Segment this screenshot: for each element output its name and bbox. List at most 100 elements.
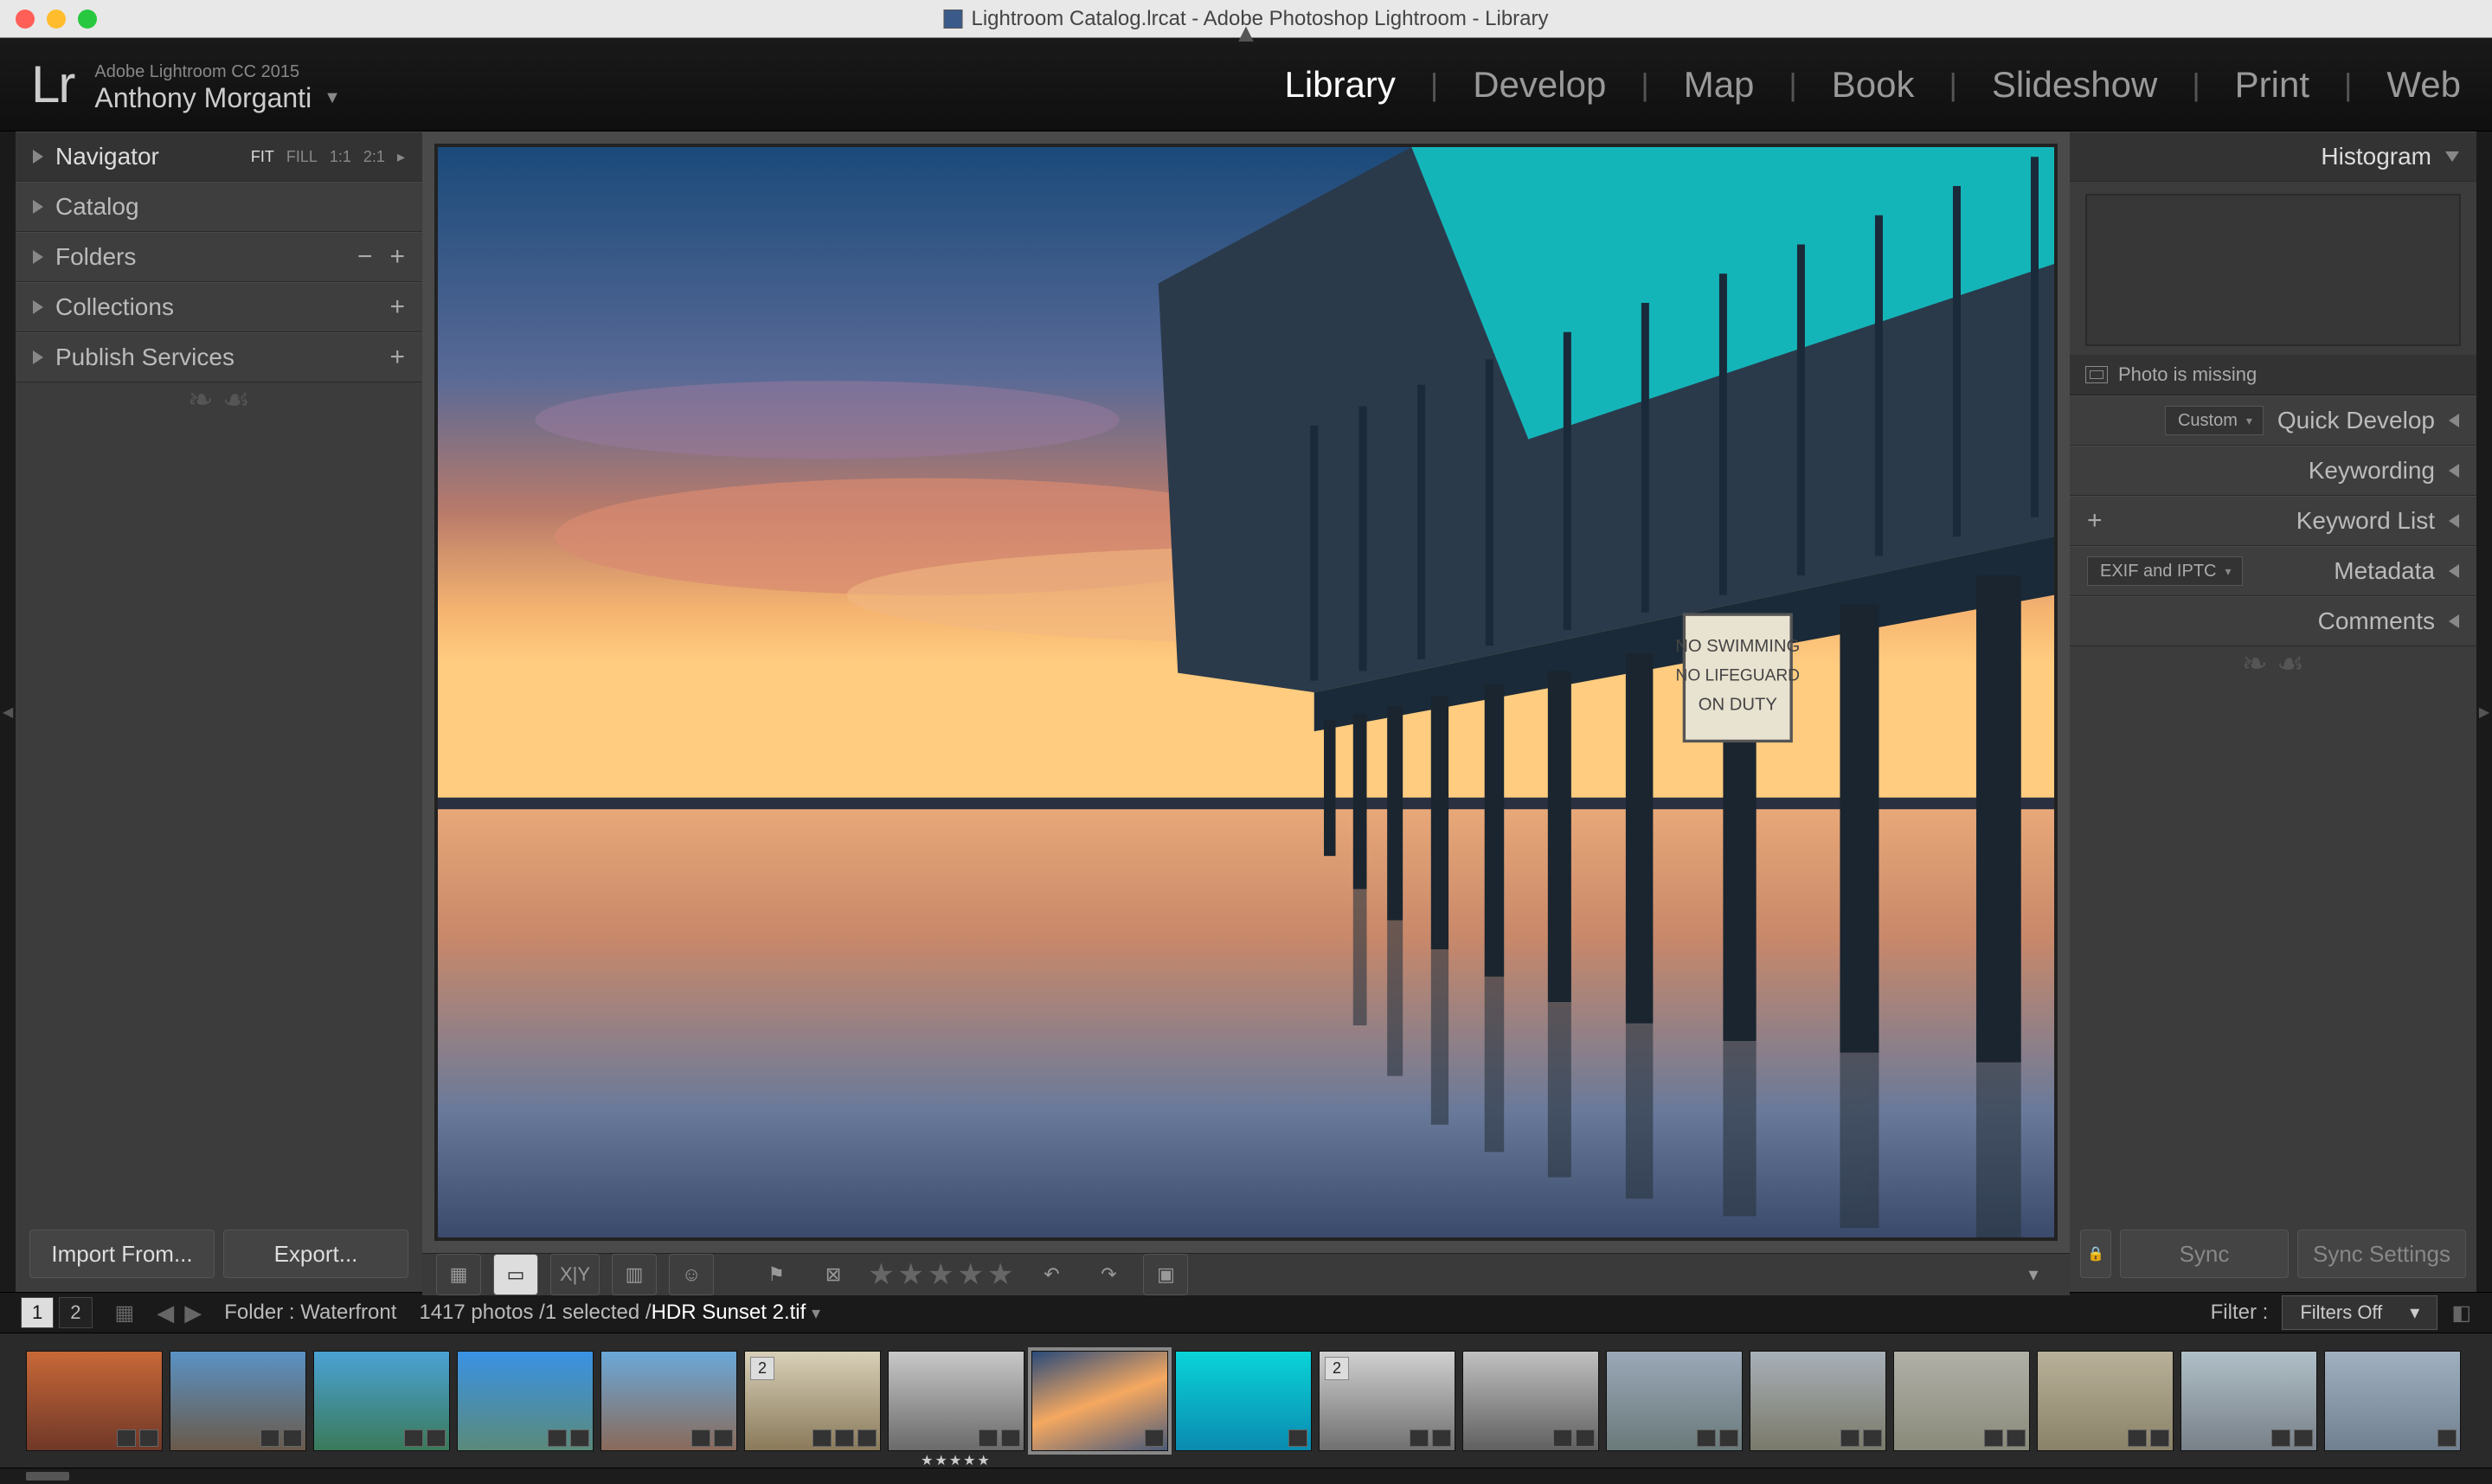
disclosure-icon[interactable] xyxy=(33,350,43,364)
collections-panel-header[interactable]: Collections + xyxy=(16,282,422,332)
disclosure-icon[interactable] xyxy=(33,250,43,264)
module-slideshow[interactable]: Slideshow xyxy=(1992,64,2157,106)
remove-folder-icon[interactable]: − xyxy=(357,242,373,272)
zoom-stepper-icon[interactable]: ▸ xyxy=(397,148,405,166)
close-icon[interactable] xyxy=(16,10,35,29)
maximize-icon[interactable] xyxy=(78,10,97,29)
thumbnail[interactable] xyxy=(1893,1351,2030,1451)
metadata-panel-header[interactable]: EXIF and IPTC▾ Metadata xyxy=(2070,546,2476,596)
catalog-panel-header[interactable]: Catalog xyxy=(16,182,422,232)
module-web[interactable]: Web xyxy=(2386,64,2461,106)
star-rating[interactable]: ★★★★★ xyxy=(868,1257,1017,1292)
module-picker: Library | Develop | Map | Book | Slidesh… xyxy=(1284,64,2461,106)
toolbar-menu-icon[interactable]: ▾ xyxy=(2011,1254,2056,1295)
filter-lock-icon[interactable]: ◧ xyxy=(2451,1301,2471,1326)
filmstrip-scrollbar[interactable] xyxy=(0,1468,2492,1484)
left-panel-handle[interactable]: ◀ xyxy=(0,132,16,1292)
grid-view-button[interactable]: ▦ xyxy=(436,1254,481,1295)
thumbnail[interactable] xyxy=(1175,1351,1312,1451)
import-button[interactable]: Import From... xyxy=(29,1230,215,1278)
thumbnail[interactable] xyxy=(1606,1351,1743,1451)
metadata-preset-dropdown[interactable]: EXIF and IPTC▾ xyxy=(2087,556,2243,586)
disclosure-icon[interactable] xyxy=(2449,514,2459,528)
export-button[interactable]: Export... xyxy=(223,1230,408,1278)
module-book[interactable]: Book xyxy=(1832,64,1915,106)
sync-settings-button[interactable]: Sync Settings xyxy=(2297,1230,2466,1278)
disclosure-icon[interactable] xyxy=(33,200,43,214)
main-window-button[interactable]: 1 xyxy=(21,1297,54,1328)
identity-menu-icon[interactable]: ▼ xyxy=(324,88,341,108)
right-panel-handle[interactable]: ▶ xyxy=(2476,132,2492,1292)
quick-develop-preset-dropdown[interactable]: Custom▾ xyxy=(2165,406,2264,435)
zoom-fill[interactable]: FILL xyxy=(286,148,318,166)
sync-button[interactable]: Sync xyxy=(2120,1230,2289,1278)
loupe-preview[interactable]: NO SWIMMING NO LIFEGUARD ON DUTY xyxy=(422,132,2070,1253)
thumbnail[interactable] xyxy=(457,1351,594,1451)
add-publish-icon[interactable]: + xyxy=(389,343,405,372)
rotate-cw-icon[interactable]: ↷ xyxy=(1086,1254,1131,1295)
thumbnail[interactable] xyxy=(1750,1351,1886,1451)
disclosure-icon[interactable] xyxy=(2449,414,2459,427)
add-collection-icon[interactable]: + xyxy=(389,292,405,322)
add-folder-icon[interactable]: + xyxy=(389,242,405,272)
disclosure-icon[interactable] xyxy=(2449,564,2459,578)
folders-panel-header[interactable]: Folders −+ xyxy=(16,232,422,282)
zoom-2to1[interactable]: 2:1 xyxy=(363,148,385,166)
filter-preset-dropdown[interactable]: Filters Off▾ xyxy=(2282,1295,2437,1330)
disclosure-icon[interactable] xyxy=(33,300,43,314)
people-view-button[interactable]: ☺ xyxy=(669,1254,714,1295)
disclosure-icon[interactable] xyxy=(33,150,43,164)
go-back-icon[interactable]: ◀ xyxy=(157,1300,174,1327)
module-library[interactable]: Library xyxy=(1284,64,1395,106)
add-keyword-icon[interactable]: + xyxy=(2087,506,2103,536)
thumbnail[interactable] xyxy=(26,1351,163,1451)
navigator-panel-header[interactable]: Navigator FIT FILL 1:1 2:1 ▸ xyxy=(16,132,422,182)
module-print[interactable]: Print xyxy=(2235,64,2309,106)
navigator-zoom-modes: FIT FILL 1:1 2:1 ▸ xyxy=(251,148,405,166)
thumbnail[interactable] xyxy=(744,1351,881,1451)
reveal-top-panel-icon[interactable]: ▲ xyxy=(1233,19,1259,48)
comments-panel-header[interactable]: Comments xyxy=(2070,596,2476,646)
app-window: Lightroom Catalog.lrcat - Adobe Photosho… xyxy=(0,0,2492,1484)
grid-icon[interactable]: ▦ xyxy=(115,1301,135,1326)
go-forward-icon[interactable]: ▶ xyxy=(184,1300,202,1327)
filmstrip[interactable]: ★★★★★ xyxy=(0,1333,2492,1468)
rotate-ccw-icon[interactable]: ↶ xyxy=(1029,1254,1074,1295)
module-map[interactable]: Map xyxy=(1684,64,1755,106)
zoom-fit[interactable]: FIT xyxy=(251,148,274,166)
thumbnail[interactable] xyxy=(1462,1351,1599,1451)
compare-view-button[interactable]: X|Y xyxy=(550,1254,600,1295)
histogram-panel-header[interactable]: Histogram xyxy=(2070,132,2476,182)
keywording-panel-header[interactable]: Keywording xyxy=(2070,446,2476,496)
flag-reject-icon[interactable]: ⊠ xyxy=(811,1254,856,1295)
sync-lock-button[interactable]: 🔒 xyxy=(2080,1230,2111,1278)
minimize-icon[interactable] xyxy=(47,10,66,29)
thumbnail[interactable]: ★★★★★ xyxy=(888,1351,1024,1451)
identity-plate[interactable]: Lr Adobe Lightroom CC 2015 Anthony Morga… xyxy=(31,55,341,114)
module-develop[interactable]: Develop xyxy=(1473,64,1606,106)
loupe-view-button[interactable]: ▭ xyxy=(493,1254,538,1295)
keyword-list-panel-header[interactable]: + Keyword List xyxy=(2070,496,2476,546)
disclosure-icon[interactable] xyxy=(2449,464,2459,478)
second-window-button[interactable]: 2 xyxy=(59,1297,92,1328)
publish-panel-header[interactable]: Publish Services + xyxy=(16,332,422,382)
disclosure-icon[interactable] xyxy=(2445,151,2459,162)
thumbnail[interactable] xyxy=(1319,1351,1455,1451)
survey-view-button[interactable]: ▥ xyxy=(612,1254,657,1295)
thumbnail[interactable] xyxy=(313,1351,450,1451)
flag-pick-icon[interactable]: ⚑ xyxy=(754,1254,799,1295)
thumbnail[interactable] xyxy=(1031,1351,1168,1451)
breadcrumb-folder[interactable]: Folder : Waterfront xyxy=(224,1301,396,1325)
panel-end-ornament: ❧ ☙ xyxy=(2070,646,2476,681)
thumbnail[interactable] xyxy=(2180,1351,2317,1451)
impromptu-slideshow-button[interactable]: ▣ xyxy=(1143,1254,1188,1295)
thumbnail[interactable] xyxy=(2037,1351,2174,1451)
disclosure-icon[interactable] xyxy=(2449,614,2459,628)
quick-develop-panel-header[interactable]: Custom▾ Quick Develop xyxy=(2070,395,2476,446)
breadcrumb-menu-icon[interactable]: ▾ xyxy=(812,1304,820,1323)
zoom-1to1[interactable]: 1:1 xyxy=(330,148,351,166)
thumbnail[interactable] xyxy=(601,1351,737,1451)
thumbnail[interactable] xyxy=(2324,1351,2461,1451)
thumbnail[interactable] xyxy=(170,1351,306,1451)
panel-end-ornament: ❧ ☙ xyxy=(16,382,422,417)
